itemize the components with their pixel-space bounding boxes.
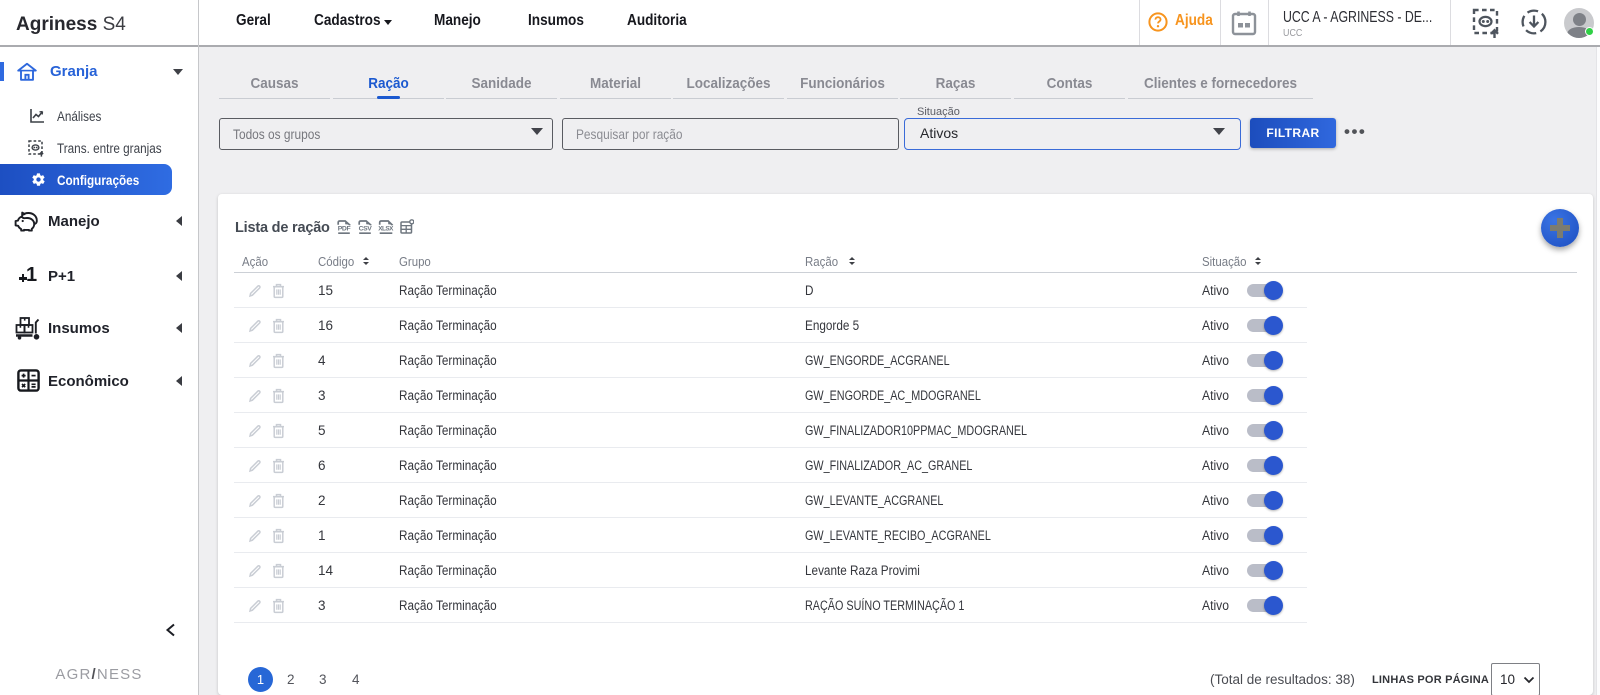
svg-text:XLSX: XLSX <box>378 226 394 233</box>
svg-text:CSV: CSV <box>359 226 372 233</box>
svg-text:PDF: PDF <box>338 226 351 233</box>
